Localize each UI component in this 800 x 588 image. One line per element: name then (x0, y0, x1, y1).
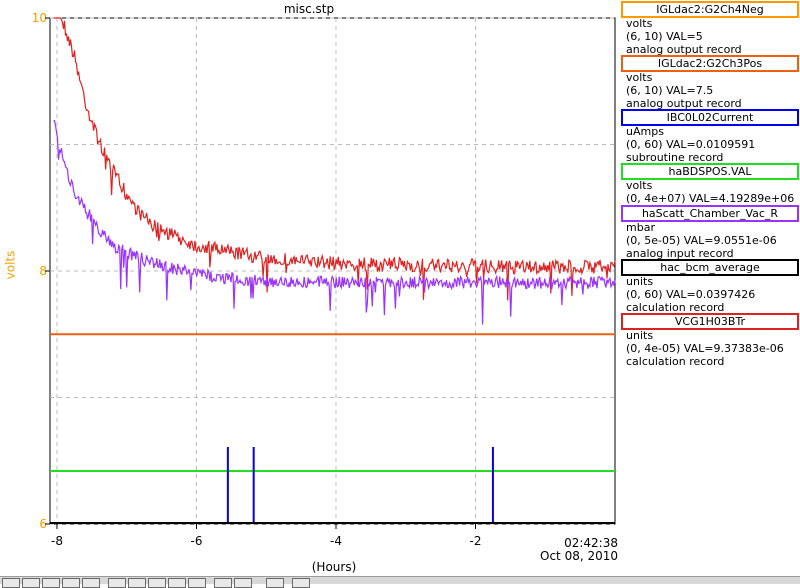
legend-entry-name[interactable]: VCG1H03BTr (621, 313, 799, 330)
x-tick-label: -8 (51, 534, 63, 548)
chart-plot[interactable]: -8 -6 -4 -26810 (0, 0, 618, 583)
legend-entry-unit: volts (626, 71, 653, 84)
legend-entry[interactable]: hac_bcm_average units (0, 60) VAL=0.0397… (618, 258, 800, 314)
toolbar-button[interactable] (2, 578, 20, 588)
toolbar-button[interactable] (168, 578, 186, 588)
x-tick-label: -6 (190, 534, 202, 548)
legend-entry-range: (0, 4e-05) VAL=9.37383e-06 (626, 342, 784, 355)
toolbar-button[interactable] (128, 578, 146, 588)
toolbar-button[interactable] (148, 578, 166, 588)
legend-entry-range: (6, 10) VAL=5 (626, 30, 703, 43)
toolbar-button[interactable] (292, 578, 310, 588)
legend-entry-range: (0, 60) VAL=0.0109591 (626, 138, 756, 151)
legend-entry-name[interactable]: IGLdac2:G2Ch3Pos (621, 55, 799, 72)
legend-entry[interactable]: haBDSPOS.VAL volts (0, 4e+07) VAL=4.1928… (618, 162, 800, 205)
y-tick-label: 10 (32, 11, 47, 25)
legend-entry-unit: volts (626, 17, 653, 30)
legend-entry-unit: uAmps (626, 125, 664, 138)
toolbar-button[interactable] (188, 578, 206, 588)
legend-entry-unit: volts (626, 179, 653, 192)
legend-entry-range: (0, 5e-05) VAL=9.0551e-06 (626, 234, 777, 247)
x-tick-label: -4 (330, 534, 342, 548)
timestamp-time: 02:42:38 (564, 536, 618, 550)
toolbar-button[interactable] (214, 578, 232, 588)
toolbar-button[interactable] (82, 578, 100, 588)
legend-entry[interactable]: IGLdac2:G2Ch3Pos volts (6, 10) VAL=7.5 a… (618, 54, 800, 110)
y-axis-label: volts (3, 250, 18, 280)
toolbar-button[interactable] (42, 578, 60, 588)
toolbar-button[interactable] (266, 578, 284, 588)
legend-entry-unit: units (626, 275, 654, 288)
legend-entry-unit: units (626, 329, 654, 342)
legend-entry[interactable]: haScatt_Chamber_Vac_R mbar (0, 5e-05) VA… (618, 204, 800, 260)
legend-entry-record: calculation record (626, 355, 725, 368)
legend-entry-name[interactable]: haScatt_Chamber_Vac_R (621, 205, 799, 222)
legend-entry-range: (6, 10) VAL=7.5 (626, 84, 714, 97)
toolbar-button[interactable] (108, 578, 126, 588)
legend-entry-name[interactable]: hac_bcm_average (621, 259, 799, 276)
legend-entry-name[interactable]: IBC0L02Current (621, 109, 799, 126)
legend-entry-name[interactable]: haBDSPOS.VAL (621, 163, 799, 180)
legend-panel: IGLdac2:G2Ch4Neg volts (6, 10) VAL=5 ana… (618, 0, 800, 368)
toolbar-button[interactable] (62, 578, 80, 588)
legend-entry[interactable]: VCG1H03BTr units (0, 4e-05) VAL=9.37383e… (618, 312, 800, 368)
legend-entry-range: (0, 60) VAL=0.0397426 (626, 288, 756, 301)
toolbar-button[interactable] (22, 578, 40, 588)
legend-entry-name[interactable]: IGLdac2:G2Ch4Neg (621, 1, 799, 18)
legend-entry-unit: mbar (626, 221, 655, 234)
timestamp-date: Oct 08, 2010 (540, 549, 618, 563)
legend-entry[interactable]: IGLdac2:G2Ch4Neg volts (6, 10) VAL=5 ana… (618, 0, 800, 56)
x-tick-label: -2 (470, 534, 482, 548)
legend-entry[interactable]: IBC0L02Current uAmps (0, 60) VAL=0.01095… (618, 108, 800, 164)
toolbar-button[interactable] (234, 578, 252, 588)
